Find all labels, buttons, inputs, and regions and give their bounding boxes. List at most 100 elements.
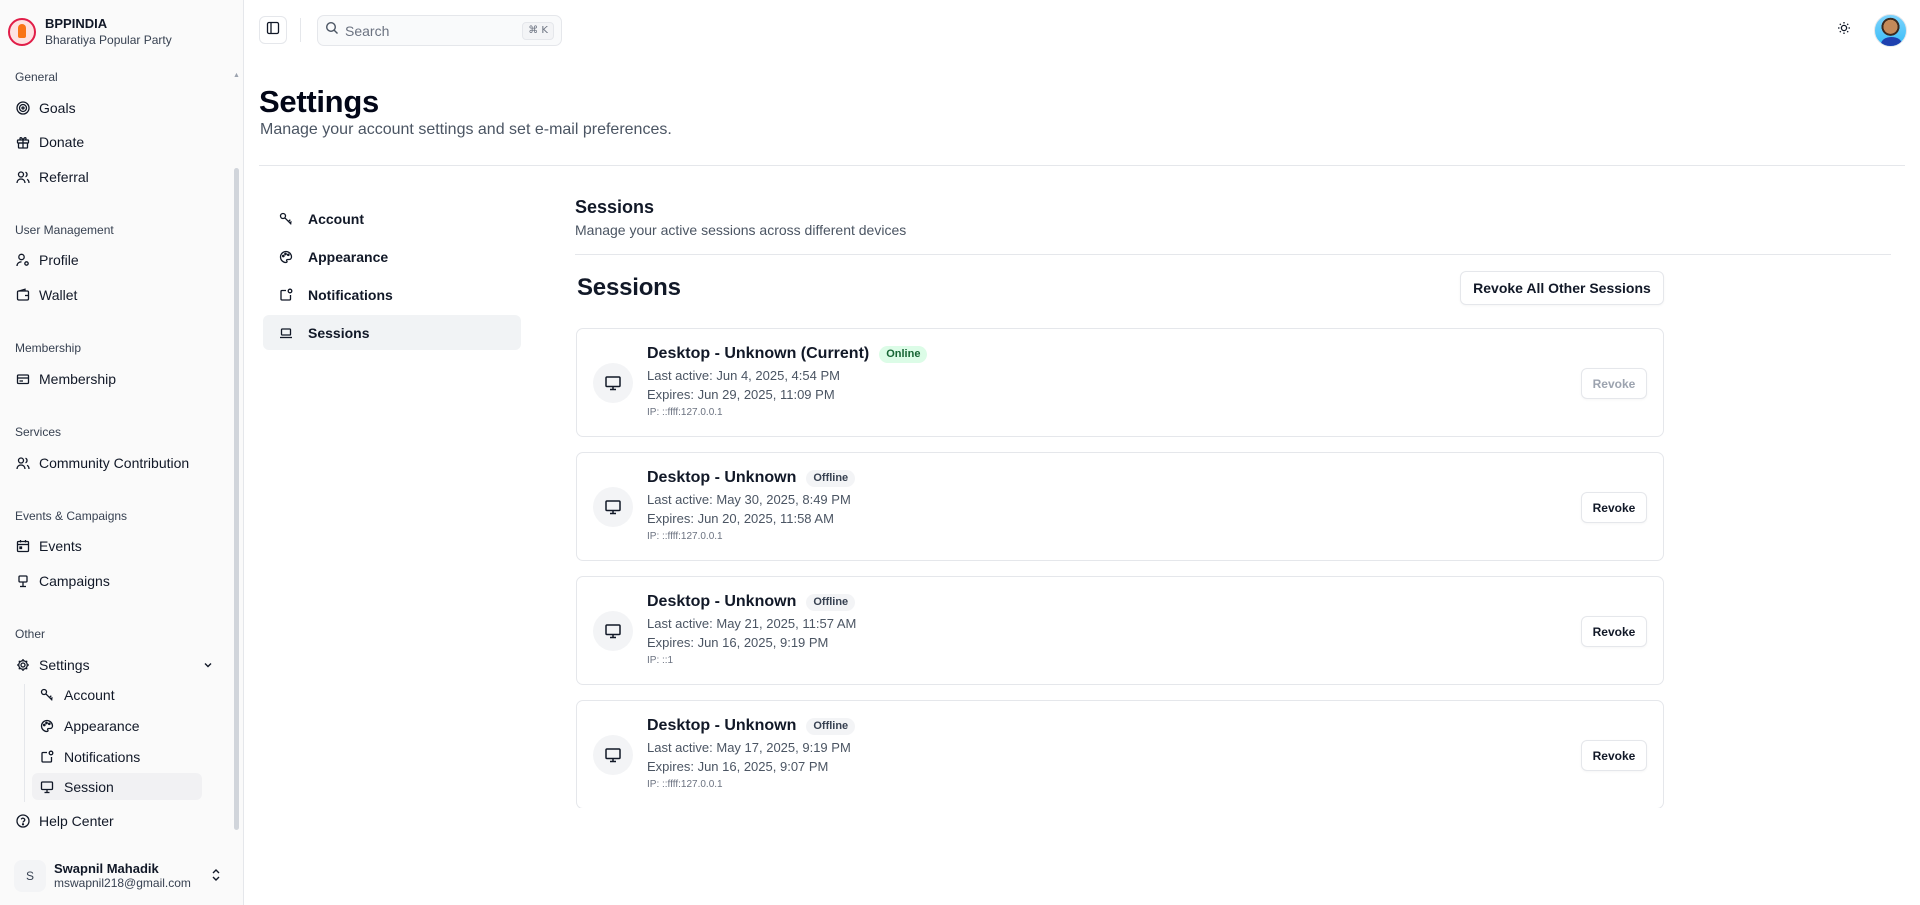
session-ip: IP: ::ffff:127.0.0.1 <box>647 531 723 542</box>
profile-avatar[interactable] <box>1874 14 1907 47</box>
page-title: Settings <box>259 84 379 119</box>
user-menu[interactable]: S Swapnil Mahadik mswapnil218@gmail.com <box>14 858 230 894</box>
gift-icon <box>16 135 30 149</box>
theme-toggle-button[interactable] <box>1833 19 1855 41</box>
monitor-icon <box>593 735 633 775</box>
sidebar-item-referral[interactable]: Referral <box>8 162 222 192</box>
session-last-active: Last active: Jun 4, 2025, 4:54 PM <box>647 368 840 383</box>
session-ip: IP: ::ffff:127.0.0.1 <box>647 407 723 418</box>
sidebar-item-settings[interactable]: Settings <box>8 650 222 680</box>
group-general: General <box>15 70 58 84</box>
group-other: Other <box>15 627 46 641</box>
revoke-button[interactable]: Revoke <box>1581 492 1647 523</box>
palette-icon <box>279 250 293 264</box>
search-box[interactable]: ⌘ K <box>317 15 562 46</box>
sidebar-item-community-contribution[interactable]: Community Contribution <box>8 448 222 478</box>
scroll-up-arrow-icon[interactable]: ▲ <box>233 72 240 79</box>
sidebar-item-profile[interactable]: Profile <box>8 245 222 275</box>
session-ip: IP: ::ffff:127.0.0.1 <box>647 779 723 790</box>
search-icon <box>325 21 339 40</box>
avatar: S <box>14 860 46 892</box>
sessions-list: Desktop - Unknown (Current) Online Last … <box>570 320 1670 808</box>
revoke-all-sessions-button[interactable]: Revoke All Other Sessions <box>1460 271 1664 305</box>
settings-nav-label: Account <box>308 210 364 227</box>
sidebar-item-help-center[interactable]: Help Center <box>8 806 222 836</box>
monitor-icon <box>593 487 633 527</box>
party-logo <box>8 18 36 46</box>
section-subtitle: Manage your active sessions across diffe… <box>575 222 907 238</box>
status-badge: Online <box>879 345 928 363</box>
panel-left-icon <box>266 21 280 40</box>
sidebar-item-goals[interactable]: Goals <box>8 93 222 123</box>
revoke-button[interactable]: Revoke <box>1581 616 1647 647</box>
session-device: Desktop - Unknown <box>647 593 797 610</box>
session-ip: IP: ::1 <box>647 655 674 666</box>
sidebar-subitem-label: Session <box>64 778 114 795</box>
sidebar-subitem-appearance[interactable]: Appearance <box>32 712 202 739</box>
sidebar-item-wallet[interactable]: Wallet <box>8 280 222 310</box>
header-divider <box>259 165 1905 166</box>
user-cog-icon <box>16 253 30 267</box>
section-title: Sessions <box>575 197 655 217</box>
sidebar-toggle-button[interactable] <box>259 16 287 44</box>
sidebar-item-label: Settings <box>39 657 90 673</box>
chevrons-up-down-icon[interactable] <box>210 868 222 887</box>
sidebar-item-membership[interactable]: Membership <box>8 364 222 394</box>
session-expires: Expires: Jun 16, 2025, 9:07 PM <box>647 759 829 774</box>
sidebar-item-label: Donate <box>39 134 85 150</box>
revoke-button[interactable]: Revoke <box>1581 740 1647 771</box>
session-card: Desktop - Unknown Offline Last active: M… <box>576 576 1664 685</box>
session-expires: Expires: Jun 16, 2025, 9:19 PM <box>647 635 829 650</box>
sidebar-item-events[interactable]: Events <box>8 531 222 561</box>
palette-icon <box>40 719 54 733</box>
settings-nav-appearance[interactable]: Appearance <box>263 239 521 274</box>
group-membership: Membership <box>15 341 82 355</box>
users-icon <box>16 170 30 184</box>
shortcut-hint: ⌘ K <box>522 22 554 40</box>
group-events-campaigns: Events & Campaigns <box>15 509 128 523</box>
monitor-icon <box>40 780 54 794</box>
help-circle-icon <box>16 814 30 828</box>
sidebar: BPPINDIA Bharatiya Popular Party ▲ Gener… <box>0 0 244 905</box>
sidebar-subitem-notifications[interactable]: Notifications <box>32 743 202 770</box>
search-input[interactable] <box>345 22 515 39</box>
users-icon <box>16 456 30 470</box>
sidebar-subitem-account[interactable]: Account <box>32 681 202 708</box>
session-device: Desktop - Unknown (Current) <box>647 345 870 362</box>
brand[interactable]: BPPINDIA Bharatiya Popular Party <box>8 16 172 48</box>
notification-icon <box>279 288 293 302</box>
laptop-icon <box>279 326 293 340</box>
settings-nav-sessions[interactable]: Sessions <box>263 315 521 350</box>
card-icon <box>16 372 30 386</box>
page-subtitle: Manage your account settings and set e-m… <box>260 121 672 138</box>
session-device: Desktop - Unknown <box>647 717 797 734</box>
sidebar-item-label: Goals <box>39 100 76 116</box>
sidebar-subitem-session[interactable]: Session <box>32 773 202 800</box>
sidebar-item-label: Community Contribution <box>39 455 190 471</box>
settings-nav-label: Notifications <box>308 286 393 303</box>
sidebar-subitem-label: Account <box>64 686 115 703</box>
status-badge: Offline <box>806 469 856 487</box>
sessions-heading: Sessions <box>577 274 681 301</box>
sidebar-scrollbar[interactable] <box>234 168 239 830</box>
chevron-down-icon[interactable] <box>202 658 214 674</box>
sidebar-subitem-label: Notifications <box>64 748 141 765</box>
brand-subtitle: Bharatiya Popular Party <box>45 33 172 47</box>
settings-nav-label: Sessions <box>308 324 370 341</box>
section-divider <box>575 254 1891 255</box>
user-email: mswapnil218@gmail.com <box>54 876 191 890</box>
settings-nav-account[interactable]: Account <box>263 201 521 236</box>
key-icon <box>40 688 54 702</box>
notification-icon <box>40 750 54 764</box>
sidebar-item-donate[interactable]: Donate <box>8 127 222 157</box>
group-user-management: User Management <box>15 223 114 237</box>
sidebar-item-label: Campaigns <box>39 573 110 589</box>
monitor-icon <box>593 611 633 651</box>
sun-icon <box>1837 21 1851 40</box>
wallet-icon <box>16 288 30 302</box>
sidebar-item-label: Profile <box>39 252 79 268</box>
settings-nav-label: Appearance <box>308 248 389 265</box>
sidebar-item-campaigns[interactable]: Campaigns <box>8 566 222 596</box>
settings-nav-notifications[interactable]: Notifications <box>263 277 521 312</box>
status-badge: Offline <box>806 593 856 611</box>
